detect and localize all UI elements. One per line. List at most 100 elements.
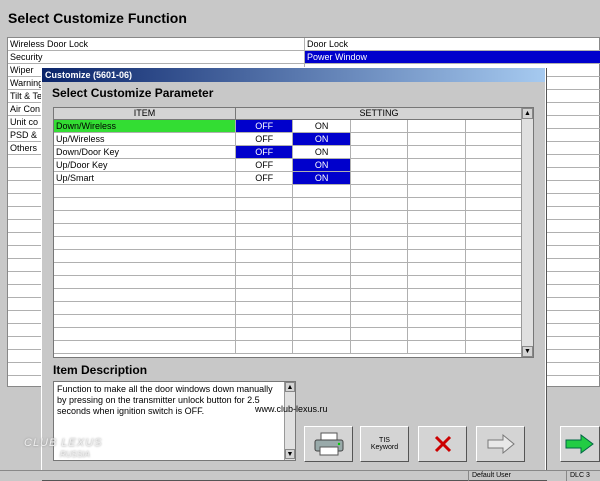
setting-cell <box>236 224 294 236</box>
table-scrollbar[interactable]: ▲ ▼ <box>521 108 533 357</box>
setting-cell <box>293 341 351 353</box>
description-scrollbar[interactable]: ▲ ▼ <box>284 382 295 460</box>
scroll-down-icon[interactable]: ▼ <box>522 346 533 357</box>
setting-cell <box>293 276 351 288</box>
customize-dialog: Customize (5601-06) Select Customize Par… <box>41 67 546 480</box>
function-item[interactable]: Door Lock <box>304 38 600 51</box>
setting-off-option[interactable]: OFF <box>236 146 294 158</box>
scroll-up-icon[interactable]: ▲ <box>285 382 295 392</box>
setting-cell <box>466 120 523 132</box>
setting-cell <box>236 276 294 288</box>
setting-cell <box>408 341 466 353</box>
setting-cell <box>351 185 409 197</box>
tis-label: TIS <box>379 437 390 444</box>
setting-off-option[interactable]: OFF <box>236 133 294 145</box>
setting-cell <box>351 120 409 132</box>
setting-cell <box>351 198 409 210</box>
setting-cell <box>293 302 351 314</box>
setting-on-option[interactable]: ON <box>293 159 351 171</box>
setting-cell <box>351 263 409 275</box>
setting-cell <box>236 250 294 262</box>
setting-cell <box>236 328 294 340</box>
tis-keyword-button[interactable]: TIS Keyword <box>360 426 409 462</box>
setting-cell <box>408 289 466 301</box>
setting-cell <box>351 276 409 288</box>
parameter-name: Up/Door Key <box>54 159 236 171</box>
function-item[interactable]: Power Window <box>304 51 600 64</box>
table-row[interactable]: Down/Wireless OFF ON <box>54 120 533 133</box>
setting-cell <box>351 237 409 249</box>
table-row <box>54 224 533 237</box>
setting-cell <box>236 315 294 327</box>
table-row[interactable]: Down/Door Key OFF ON <box>54 146 533 159</box>
function-category-item[interactable]: Security <box>8 51 304 64</box>
table-row <box>54 289 533 302</box>
scroll-down-icon[interactable]: ▼ <box>285 449 295 459</box>
table-row <box>54 276 533 289</box>
setting-cell <box>293 315 351 327</box>
setting-cell <box>293 211 351 223</box>
setting-cell <box>351 302 409 314</box>
setting-cell <box>466 172 523 184</box>
parameter-name <box>54 237 236 249</box>
dialog-subtitle: Select Customize Parameter <box>52 86 214 100</box>
parameter-name <box>54 250 236 262</box>
setting-cell <box>408 328 466 340</box>
setting-cell <box>351 250 409 262</box>
table-row[interactable]: Up/Smart OFF ON <box>54 172 533 185</box>
setting-cell <box>236 302 294 314</box>
setting-on-option[interactable]: ON <box>293 146 351 158</box>
keyword-label: Keyword <box>370 444 399 451</box>
setting-cell <box>351 341 409 353</box>
setting-cell <box>408 224 466 236</box>
setting-cell <box>466 237 523 249</box>
next-button-disabled[interactable] <box>476 426 525 462</box>
setting-on-option[interactable]: ON <box>293 172 351 184</box>
setting-cell <box>466 250 523 262</box>
next-button[interactable] <box>560 426 600 462</box>
table-row <box>54 211 533 224</box>
setting-cell <box>466 289 523 301</box>
setting-cell <box>236 289 294 301</box>
setting-cell <box>408 120 466 132</box>
table-row <box>54 263 533 276</box>
setting-off-option[interactable]: OFF <box>236 172 294 184</box>
setting-on-option[interactable]: ON <box>293 120 351 132</box>
setting-cell <box>408 211 466 223</box>
setting-on-option[interactable]: ON <box>293 133 351 145</box>
setting-cell <box>408 133 466 145</box>
setting-cell <box>293 289 351 301</box>
column-header-setting: SETTING <box>236 108 523 119</box>
parameter-name <box>54 198 236 210</box>
item-description-text: Function to make all the door windows do… <box>57 384 273 416</box>
table-row[interactable]: Up/Wireless OFF ON <box>54 133 533 146</box>
setting-off-option[interactable]: OFF <box>236 120 294 132</box>
table-row <box>54 237 533 250</box>
setting-cell <box>466 211 523 223</box>
setting-cell <box>466 133 523 145</box>
setting-off-option[interactable]: OFF <box>236 159 294 171</box>
parameter-name <box>54 328 236 340</box>
setting-cell <box>293 263 351 275</box>
arrow-right-icon <box>487 433 515 455</box>
setting-cell <box>351 146 409 158</box>
function-category-item[interactable]: Wireless Door Lock <box>8 38 304 51</box>
print-button[interactable] <box>304 426 353 462</box>
setting-cell <box>293 198 351 210</box>
parameter-name: Up/Smart <box>54 172 236 184</box>
setting-cell <box>408 185 466 197</box>
arrow-right-icon <box>565 434 594 454</box>
parameter-name <box>54 289 236 301</box>
setting-cell <box>408 198 466 210</box>
setting-cell <box>351 159 409 171</box>
cancel-button[interactable] <box>418 426 467 462</box>
setting-cell <box>351 224 409 236</box>
setting-cell <box>236 237 294 249</box>
table-row <box>54 198 533 211</box>
item-description-title: Item Description <box>53 363 148 377</box>
setting-cell <box>466 198 523 210</box>
parameter-name <box>54 302 236 314</box>
scroll-up-icon[interactable]: ▲ <box>522 108 533 119</box>
table-row[interactable]: Up/Door Key OFF ON <box>54 159 533 172</box>
setting-cell <box>293 185 351 197</box>
